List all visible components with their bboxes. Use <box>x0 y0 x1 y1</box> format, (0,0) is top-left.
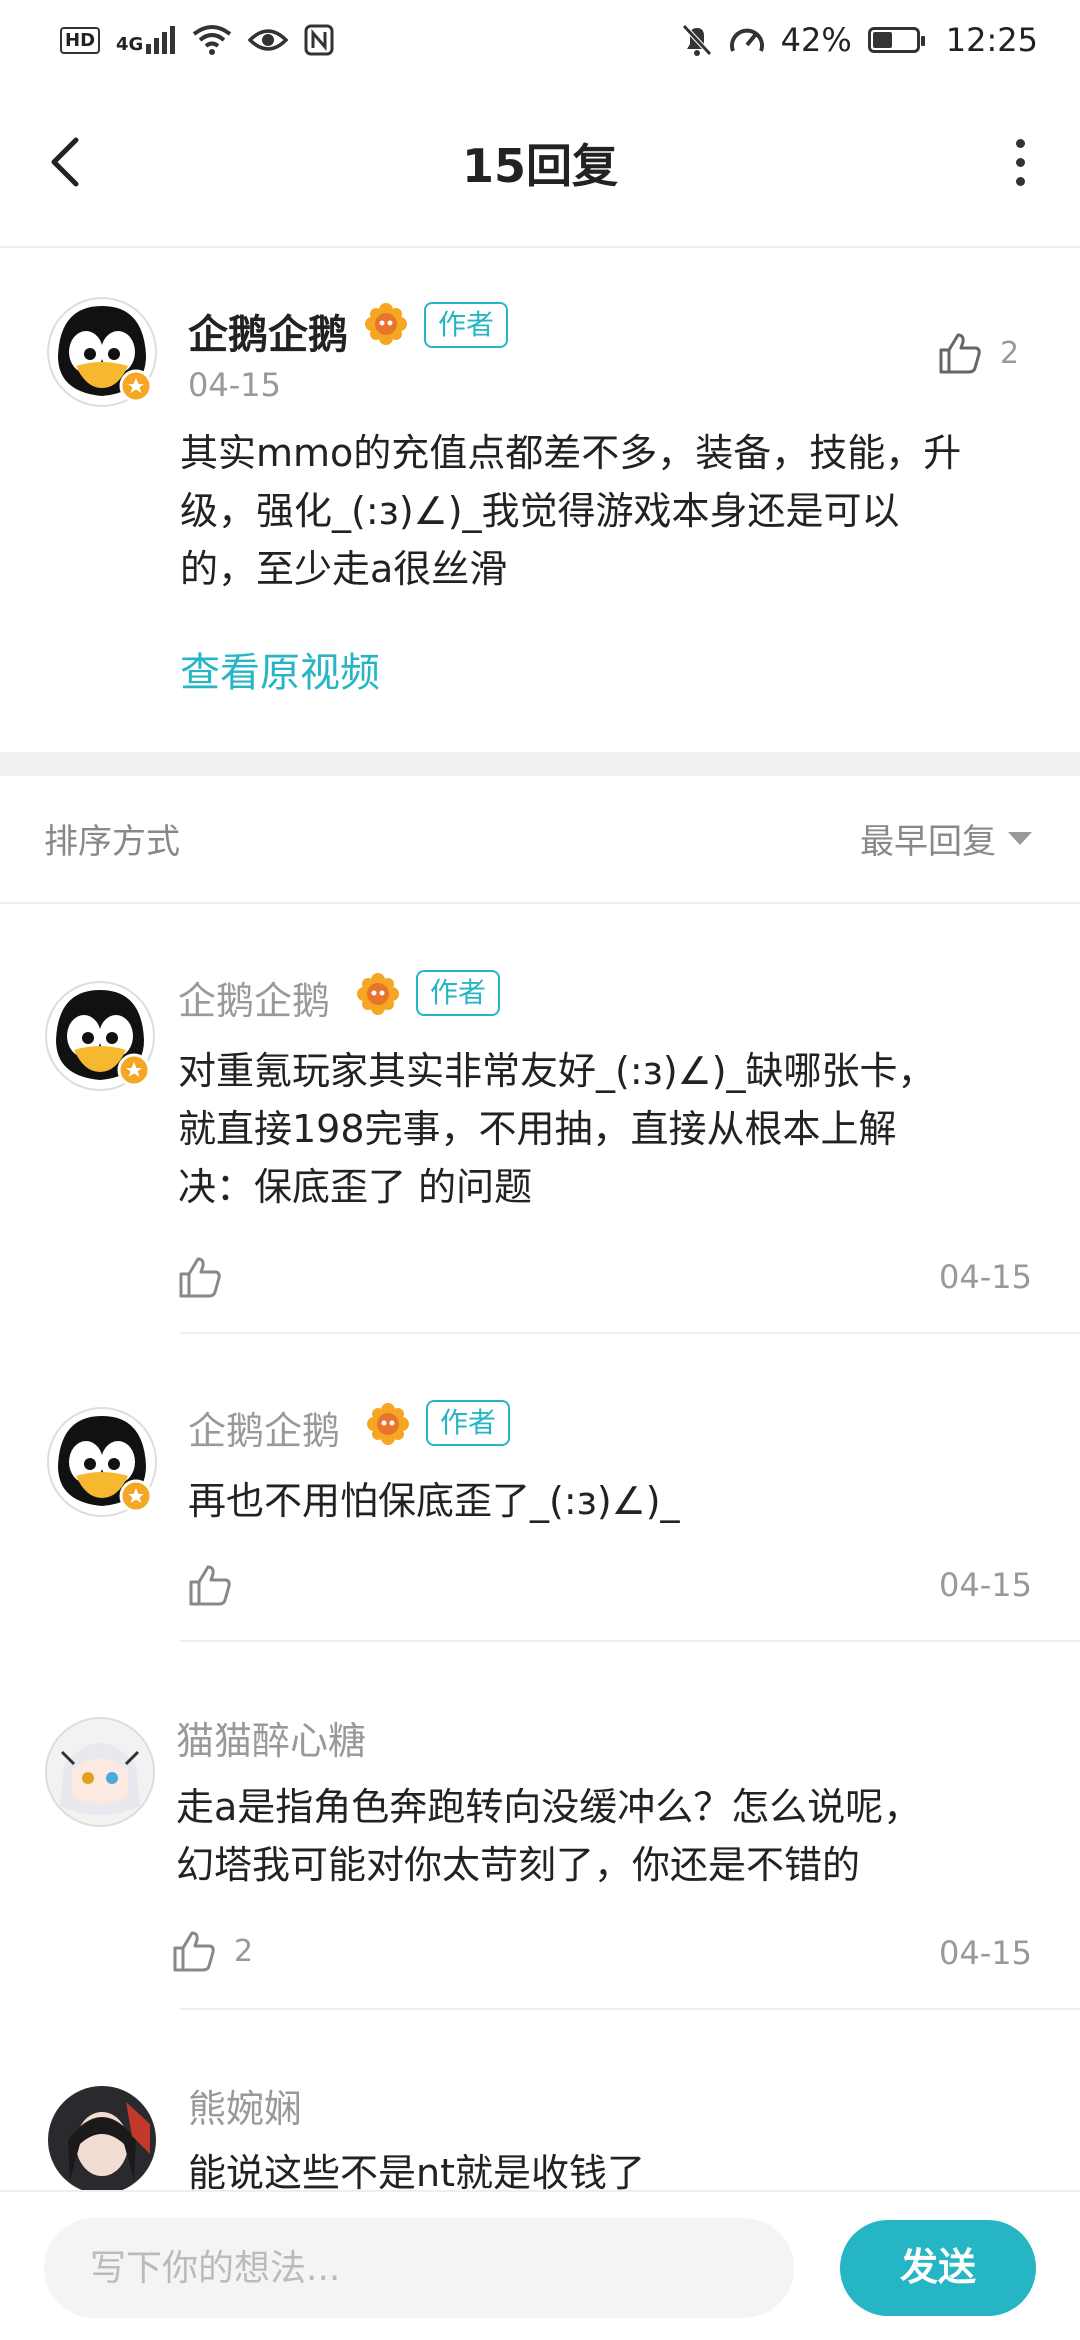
like-count: 2 <box>1000 335 1020 371</box>
post-body: 其实mmo的充值点都差不多，装备，技能，升 级，强化_(:з)∠)_我觉得游戏本… <box>180 424 961 598</box>
like-button[interactable]: 2 <box>172 1930 253 1972</box>
hd-icon: HD <box>60 26 101 54</box>
more-button[interactable] <box>1000 132 1040 192</box>
reply-line: 对重氪玩家其实非常友好_(:з)∠)_缺哪张卡， <box>178 1049 936 1093</box>
more-icon-dot <box>1015 176 1025 186</box>
network-type: 4G <box>116 34 144 55</box>
reply-date: 04-15 <box>939 1934 1032 1972</box>
reply-body: 走a是指角色奔跑转向没缓冲么？怎么说呢， 幻塔我可能对你太苛刻了，你还是不错的 <box>176 1778 921 1894</box>
section-divider <box>0 752 1080 776</box>
post-line: 的，至少走a很丝滑 <box>180 547 508 591</box>
reply-line: 幻塔我可能对你太苛刻了，你还是不错的 <box>176 1843 861 1887</box>
reply-line: 决：保底歪了 的问题 <box>178 1165 533 1209</box>
post-line: 其实mmo的充值点都差不多，装备，技能，升 <box>180 431 962 475</box>
reply-line: 走a是指角色奔跑转向没缓冲么？怎么说呢， <box>176 1785 922 1829</box>
post-line: 级，强化_(:з)∠)_我觉得游戏本身还是可以 <box>180 489 900 533</box>
reply-body: 对重氪玩家其实非常友好_(:з)∠)_缺哪张卡， 就直接198完事，不用抽，直接… <box>178 1042 936 1216</box>
reply-date: 04-15 <box>939 1258 1032 1296</box>
thumbs-up-icon <box>179 1257 221 1298</box>
mute-bell-icon <box>681 24 712 56</box>
speed-gauge-icon <box>729 28 764 52</box>
send-button[interactable]: 发送 <box>840 2220 1036 2316</box>
reply-author[interactable]: 企鹅企鹅 <box>178 970 330 1025</box>
divider <box>180 1332 1080 1334</box>
reply-date: 04-15 <box>939 1566 1032 1604</box>
status-right: 42% 12:25 <box>681 21 1038 59</box>
more-icon-dot <box>1015 157 1025 167</box>
battery-percent: 42% <box>780 21 852 59</box>
reply-author[interactable]: 猫猫醉心糖 <box>176 1710 366 1765</box>
like-button[interactable] <box>178 1256 240 1298</box>
clock: 12:25 <box>945 21 1038 59</box>
author-name[interactable]: 企鹅企鹅 <box>188 302 348 360</box>
avatar[interactable] <box>44 1716 156 1828</box>
author-tag: 作者 <box>426 1400 511 1446</box>
comment-input[interactable] <box>44 2218 794 2318</box>
avatar[interactable] <box>44 980 156 1092</box>
battery-icon <box>867 27 925 53</box>
page-title: 15回复 <box>461 139 618 193</box>
dropdown-arrow-icon <box>1008 832 1032 845</box>
avatar[interactable] <box>46 2084 158 2196</box>
flower-badge-icon <box>357 973 399 1015</box>
flower-badge-icon <box>367 1403 409 1445</box>
more-icon-dot <box>1015 138 1025 148</box>
status-left: HD 4G <box>60 24 334 56</box>
sort-dropdown[interactable]: 最早回复 <box>860 814 1032 863</box>
top-bar: 15回复 <box>0 80 1080 248</box>
sort-label: 排序方式 <box>44 822 180 862</box>
nfc-icon <box>304 24 334 56</box>
divider <box>180 1640 1080 1642</box>
author-tag: 作者 <box>424 302 509 348</box>
eye-icon <box>248 29 289 51</box>
reply-line: 就直接198完事，不用抽，直接从根本上解 <box>178 1107 897 1151</box>
reply-author[interactable]: 熊婉娴 <box>188 2078 302 2133</box>
author-tag: 作者 <box>416 970 501 1016</box>
divider <box>180 2008 1080 2010</box>
thumbs-up-icon <box>189 1565 231 1606</box>
thumbs-up-icon <box>939 333 981 374</box>
signal-icon: 4G <box>116 26 176 54</box>
thumbs-up-icon <box>173 1931 215 1972</box>
reply-author[interactable]: 企鹅企鹅 <box>188 1400 340 1455</box>
avatar[interactable] <box>46 296 158 408</box>
comment-composer: 发送 <box>0 2190 1080 2340</box>
wifi-icon <box>193 25 232 55</box>
view-original-link[interactable]: 查看原视频 <box>180 640 380 698</box>
flower-badge-icon <box>365 303 407 345</box>
avatar[interactable] <box>46 1406 158 1518</box>
like-count: 2 <box>234 1933 254 1969</box>
post-date: 04-15 <box>188 366 281 404</box>
sort-bar: 排序方式 最早回复 <box>0 776 1080 904</box>
like-button[interactable] <box>188 1564 250 1606</box>
like-button[interactable]: 2 <box>938 332 1019 374</box>
sort-value: 最早回复 <box>860 822 996 862</box>
reply-line: 再也不用怕保底歪了_(:з)∠)_ <box>188 1479 680 1523</box>
status-bar: HD 4G 42% 12:25 <box>0 0 1080 80</box>
reply-body: 再也不用怕保底歪了_(:з)∠)_ <box>188 1472 680 1530</box>
